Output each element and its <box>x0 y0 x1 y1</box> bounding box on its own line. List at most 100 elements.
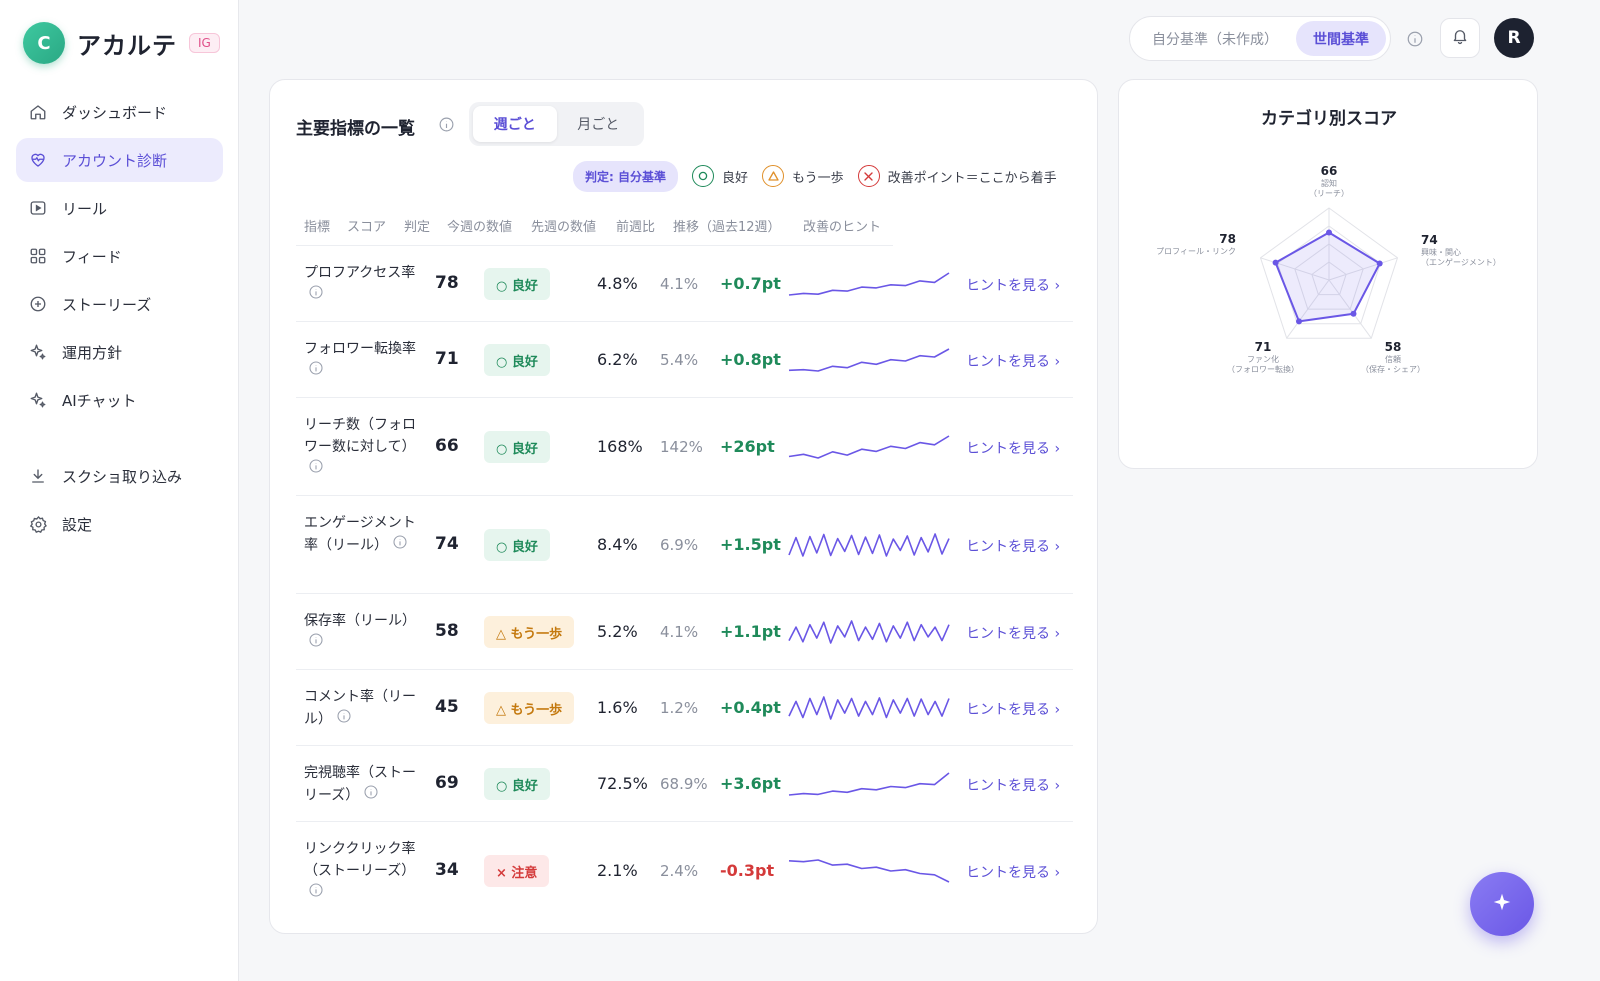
sparkline-path <box>788 272 950 296</box>
sidebar-item-reels[interactable]: リール <box>16 186 223 230</box>
column-header: 前週比 <box>616 220 656 235</box>
toggle-world-benchmark[interactable]: 世間基準 <box>1296 21 1386 56</box>
info-icon[interactable] <box>308 882 324 905</box>
sidebar-item-stories[interactable]: ストーリーズ <box>16 282 223 326</box>
radar-axis-label: 71ファン化（フォロワー転換） <box>1227 340 1299 374</box>
metric-name: リーチ数（フォロワー数に対して） <box>304 414 419 481</box>
radar-axis-label: 74興味・関心（エンゲージメント） <box>1421 233 1501 267</box>
metric-score: 45 <box>435 697 459 717</box>
info-icon[interactable] <box>363 784 379 807</box>
metric-score: 74 <box>435 534 459 554</box>
status-badge: ○ 良好 <box>484 768 550 800</box>
toggle-self-benchmark[interactable]: 自分基準（未作成） <box>1134 21 1296 56</box>
radar-sublabel: （エンゲージメント） <box>1421 257 1501 267</box>
info-icon[interactable] <box>308 458 324 481</box>
brand[interactable]: C アカルテ IG <box>23 22 220 64</box>
triangle-icon <box>762 165 784 187</box>
platform-badge: IG <box>189 33 220 53</box>
period-tabs: 週ごと 月ごと <box>469 102 644 146</box>
metric-name-text: リーチ数（フォロワー数に対して） <box>304 417 416 455</box>
radar-sublabel: （リーチ） <box>1309 189 1349 198</box>
info-icon[interactable] <box>308 632 324 655</box>
week-over-week-change: -0.3pt <box>720 861 775 880</box>
sidebar-item-dashboard[interactable]: ダッシュボード <box>16 90 223 134</box>
last-week-value: 68.9% <box>660 775 708 793</box>
sidebar-item-label: リール <box>62 199 108 218</box>
view-hint-link[interactable]: ヒントを見る › <box>966 623 1060 643</box>
radar-axis-label: 58信頼（保存・シェア） <box>1361 340 1425 374</box>
status-badge: △ もう一歩 <box>484 692 575 724</box>
metric-score: 78 <box>435 273 459 293</box>
column-header: 判定 <box>404 220 431 235</box>
sidebar-item-label: AIチャット <box>62 391 137 410</box>
info-icon[interactable] <box>392 534 408 557</box>
view-hint-link[interactable]: ヒントを見る › <box>966 351 1060 371</box>
last-week-value: 6.9% <box>660 536 699 554</box>
column-header: 指標 <box>304 220 331 235</box>
sparkle-icon <box>28 390 48 410</box>
info-icon[interactable] <box>308 284 324 307</box>
table-row: リンククリック率（ストーリーズ） 34 × 注意 2.1% 2.4% -0.3pt ヒントを… <box>296 822 1073 920</box>
sidebar-item-settings[interactable]: 設定 <box>16 502 223 546</box>
metric-name-text: プロフアクセス率 <box>304 265 416 281</box>
circle-icon <box>691 165 714 187</box>
sidebar-item-label: ダッシュボード <box>62 103 168 122</box>
last-week-value: 2.4% <box>660 862 699 880</box>
column-header: 先週の数値 <box>531 220 597 235</box>
metric-name-text: コメント率（リール） <box>304 689 416 728</box>
status-legend: 判定: 自分基準 良好 もう一歩 改善ポイント＝ここから着手 <box>573 160 1057 192</box>
status-badge: ○ 良好 <box>484 344 550 376</box>
last-week-value: 5.4% <box>660 351 699 369</box>
sidebar-item-label: スクショ取り込み <box>62 467 183 486</box>
week-over-week-change: +0.7pt <box>720 274 781 293</box>
heart-pulse-icon <box>28 150 48 170</box>
sidebar-item-account-diagnosis[interactable]: アカウント診断 <box>16 138 223 182</box>
avatar[interactable]: R <box>1494 18 1534 58</box>
metric-name: 保存率（リール） <box>304 610 419 655</box>
radar-axis-label: 66認知（リーチ） <box>1309 164 1349 198</box>
table-header: 指標 スコア 判定 今週の数値 先週の数値 前週比 推移（過去12週） 改善のヒ… <box>296 204 893 246</box>
tab-weekly[interactable]: 週ごと <box>473 106 557 142</box>
metric-name-text: リンククリック率（ストーリーズ） <box>304 841 416 879</box>
view-hint-link[interactable]: ヒントを見る › <box>966 699 1060 719</box>
category-score-card: カテゴリ別スコア 66 認知 （リーチ） 74 興味・関心 （エンゲージメント） 58 信頼（… <box>1118 79 1538 469</box>
table-row: プロフアクセス率 78 ○ 良好 4.8% 4.1% +0.7pt ヒントを見る › <box>296 246 1073 322</box>
radar-label: 信頼 <box>1385 354 1401 364</box>
info-icon[interactable] <box>308 360 324 383</box>
table-row: 完視聴率（ストーリーズ） 69 ○ 良好 72.5% 68.9% +3.6pt ヒントを見る… <box>296 746 1073 822</box>
sidebar-item-label: 設定 <box>62 515 93 534</box>
info-icon[interactable] <box>336 708 352 731</box>
week-over-week-change: +26pt <box>720 437 775 456</box>
view-hint-link[interactable]: ヒントを見る › <box>966 775 1060 795</box>
table-row: エンゲージメント率（リール） 74 ○ 良好 8.4% 6.9% +1.5pt ヒントを見る… <box>296 496 1073 594</box>
sidebar-item-screenshot-import[interactable]: スクショ取り込み <box>16 454 223 498</box>
info-icon[interactable] <box>438 116 455 137</box>
notification-button[interactable] <box>1440 18 1480 58</box>
metric-name-text: 完視聴率（ストーリーズ） <box>304 765 416 804</box>
sidebar-item-strategy[interactable]: 運用方針 <box>16 330 223 374</box>
view-hint-link[interactable]: ヒントを見る › <box>966 536 1060 556</box>
view-hint-link[interactable]: ヒントを見る › <box>966 275 1060 295</box>
view-hint-link[interactable]: ヒントを見る › <box>966 438 1060 458</box>
sidebar-nav: ダッシュボード アカウント診断 リール フィード ストーリーズ 運用方針 AIチ… <box>16 90 223 550</box>
sidebar-item-ai-chat[interactable]: AIチャット <box>16 378 223 422</box>
info-icon[interactable] <box>1406 30 1424 52</box>
view-hint-link[interactable]: ヒントを見る › <box>966 862 1060 882</box>
status-badge: ○ 良好 <box>484 268 550 300</box>
column-header: 改善のヒント <box>803 220 882 235</box>
download-icon <box>28 466 48 486</box>
page-title: 主要指標の一覧 <box>296 119 415 139</box>
metric-name-text: フォロワー転換率 <box>304 341 416 357</box>
sparkline-path <box>788 533 950 557</box>
brand-logo: C <box>23 22 65 64</box>
judgment-badge: 判定: 自分基準 <box>573 160 678 192</box>
metric-name: エンゲージメント率（リール） <box>304 512 419 557</box>
legend-label: もう一歩 <box>792 170 844 186</box>
sidebar-item-feed[interactable]: フィード <box>16 234 223 278</box>
ai-assistant-button[interactable] <box>1470 872 1534 936</box>
sidebar: C アカルテ IG ダッシュボード アカウント診断 リール フィード ストーリー… <box>0 0 239 981</box>
trend-sparkline <box>788 533 950 557</box>
tab-monthly[interactable]: 月ごと <box>557 106 641 142</box>
metric-name: 完視聴率（ストーリーズ） <box>304 762 419 807</box>
sparkline-path <box>788 696 950 720</box>
